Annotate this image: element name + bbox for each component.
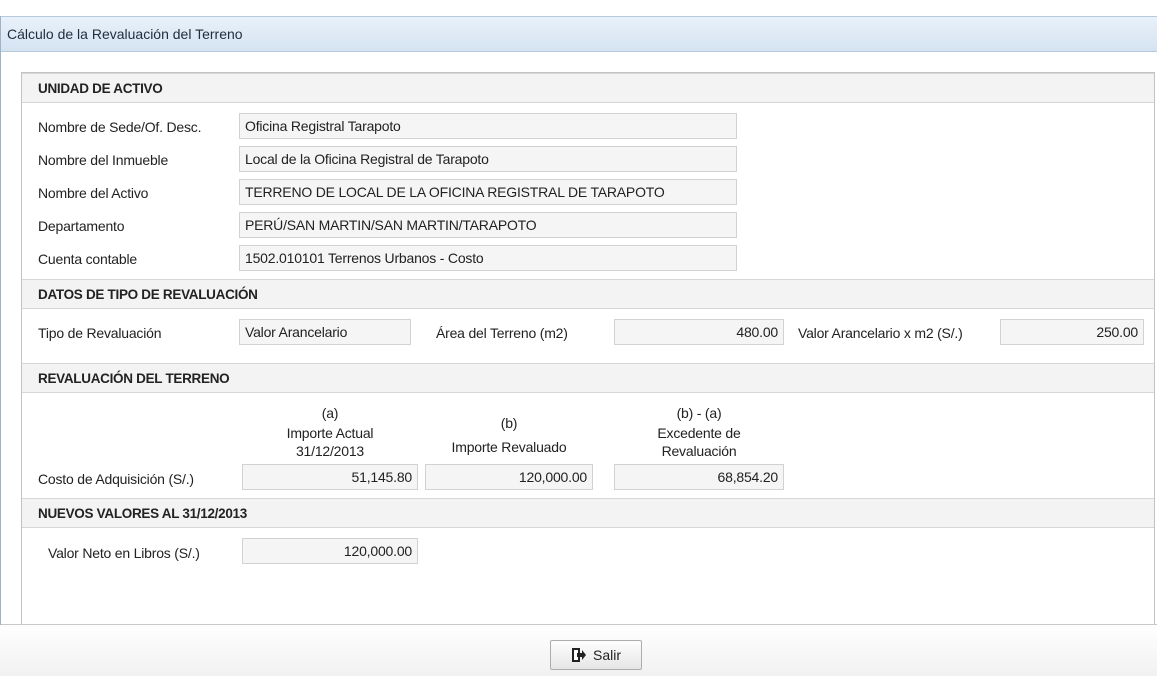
activo-label: Nombre del Activo bbox=[38, 185, 149, 201]
inmueble-label: Nombre del Inmueble bbox=[38, 152, 169, 168]
valor-arancelario-field[interactable]: 250.00 bbox=[1000, 319, 1144, 345]
exit-icon bbox=[571, 648, 586, 662]
cuenta-field[interactable]: 1502.010101 Terrenos Urbanos - Costo bbox=[239, 245, 737, 271]
departamento-field[interactable]: PERÚ/SAN MARTIN/SAN MARTIN/TARAPOTO bbox=[239, 212, 737, 238]
section-revaluacion-header: REVALUACIÓN DEL TERRENO bbox=[22, 363, 1154, 393]
valor-arancelario-label: Valor Arancelario x m2 (S/.) bbox=[798, 325, 963, 341]
col-a-letter: (a) bbox=[321, 405, 339, 421]
importe-revaluado-field[interactable]: 120,000.00 bbox=[425, 464, 593, 490]
window-title: Cálculo de la Revaluación del Terreno bbox=[1, 16, 1157, 52]
col-a-title-line1: Importe Actual bbox=[286, 425, 374, 441]
tipo-label: Tipo de Revaluación bbox=[38, 325, 162, 341]
area-field[interactable]: 480.00 bbox=[614, 319, 784, 345]
excedente-field[interactable]: 68,854.20 bbox=[614, 464, 784, 490]
cuenta-label: Cuenta contable bbox=[38, 251, 137, 267]
sede-label: Nombre de Sede/Of. Desc. bbox=[38, 119, 202, 135]
col-b-letter: (b) bbox=[500, 415, 518, 431]
col-b-title: Importe Revaluado bbox=[451, 439, 567, 455]
section-nuevos-header: NUEVOS VALORES AL 31/12/2013 bbox=[22, 498, 1154, 528]
section-tipo-header: DATOS DE TIPO DE REVALUACIÓN bbox=[22, 279, 1154, 309]
section-unidad-header: UNIDAD DE ACTIVO bbox=[22, 73, 1154, 103]
departamento-label: Departamento bbox=[38, 218, 125, 234]
exit-button[interactable]: Salir bbox=[550, 640, 642, 670]
activo-field[interactable]: TERRENO DE LOCAL DE LA OFICINA REGISTRAL… bbox=[239, 179, 737, 205]
area-label: Área del Terreno (m2) bbox=[436, 325, 568, 341]
col-c-title-line2: Revaluación bbox=[661, 443, 737, 459]
revaluation-window: Cálculo de la Revaluación del Terreno UN… bbox=[0, 16, 1157, 676]
tipo-field[interactable]: Valor Arancelario bbox=[239, 319, 411, 345]
col-a-title-line2: 31/12/2013 bbox=[295, 443, 365, 459]
col-c-letter: (b) - (a) bbox=[676, 405, 722, 421]
valor-neto-field[interactable]: 120,000.00 bbox=[242, 538, 418, 564]
form-panel: UNIDAD DE ACTIVO Nombre de Sede/Of. Desc… bbox=[21, 72, 1155, 634]
valor-neto-label: Valor Neto en Libros (S/.) bbox=[48, 545, 200, 561]
exit-button-label: Salir bbox=[592, 647, 621, 663]
importe-actual-field[interactable]: 51,145.80 bbox=[242, 464, 418, 490]
costo-adquisicion-label: Costo de Adquisición (S/.) bbox=[38, 471, 194, 487]
inmueble-field[interactable]: Local de la Oficina Registral de Tarapot… bbox=[239, 146, 737, 172]
col-c-title-line1: Excedente de bbox=[657, 425, 741, 441]
sede-field[interactable]: Oficina Registral Tarapoto bbox=[239, 113, 737, 139]
